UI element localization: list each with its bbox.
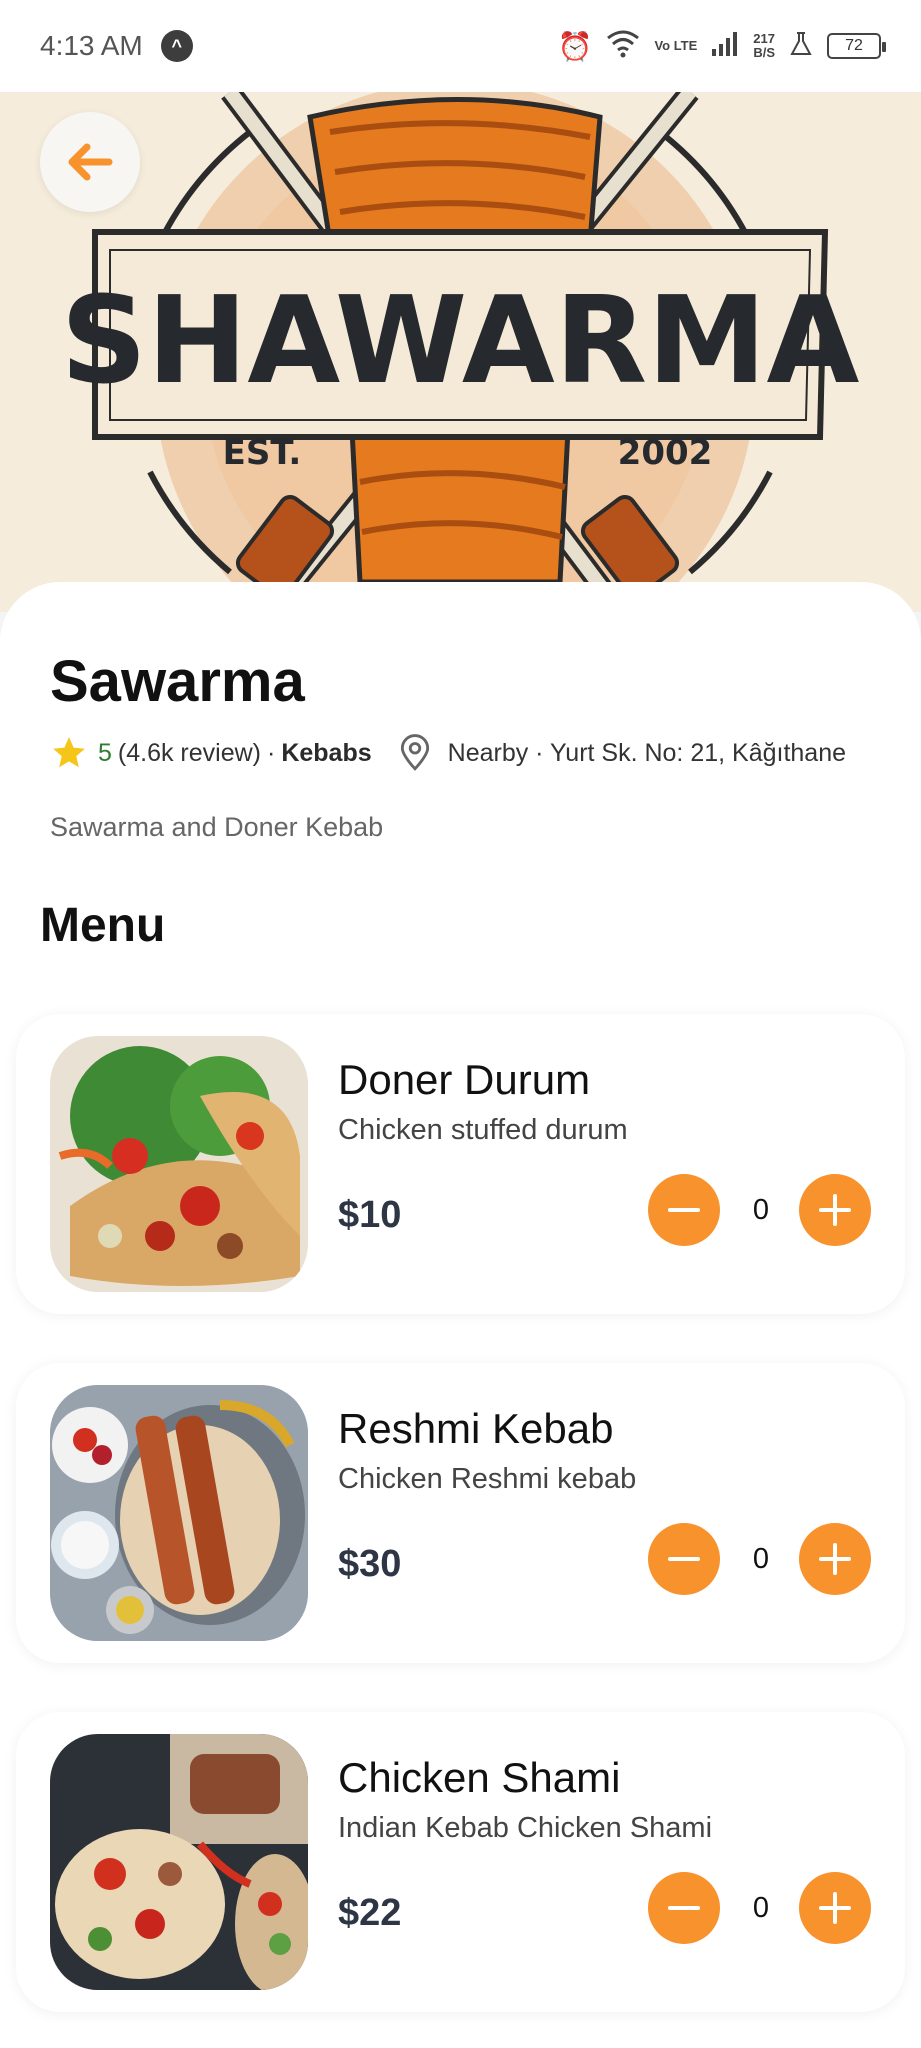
menu-item-description: Chicken Reshmi kebab bbox=[338, 1463, 637, 1495]
menu-item-name: Doner Durum bbox=[338, 1056, 591, 1103]
menu-item-price: $22 bbox=[338, 1892, 402, 1934]
quantity-value: 0 bbox=[752, 1194, 770, 1226]
logo-year-text: 2002 bbox=[618, 433, 713, 473]
network-speed: 217 B/S bbox=[753, 32, 775, 60]
battery-indicator: 72 bbox=[827, 33, 886, 59]
menu-item-card[interactable]: Chicken Shami Indian Kebab Chicken Shami… bbox=[16, 1712, 905, 2012]
menu-item-card[interactable]: Reshmi Kebab Chicken Reshmi kebab $30 0 bbox=[16, 1363, 905, 1663]
rating-value: 5 bbox=[98, 738, 112, 767]
volte-indicator: Vo LTE bbox=[654, 38, 698, 53]
network-speed-unit: B/S bbox=[753, 45, 775, 60]
status-icons: ⏰ Vo LTE 217 B/S 72 bbox=[557, 28, 886, 65]
plus-icon bbox=[819, 1892, 851, 1924]
network-speed-value: 217 bbox=[753, 31, 775, 46]
status-time: 4:13 AM bbox=[40, 30, 143, 61]
menu-item-price: $10 bbox=[338, 1194, 402, 1236]
plus-icon bbox=[819, 1543, 851, 1575]
alarm-icon: ⏰ bbox=[557, 30, 593, 62]
review-count: (4.6k review) bbox=[117, 738, 261, 767]
restaurant-description: Sawarma and Doner Kebab bbox=[50, 812, 384, 842]
restaurant-meta: 5 (4.6k review) · Kebabs Nearby · Yurt S… bbox=[50, 734, 846, 772]
menu-item-description: Chicken stuffed durum bbox=[338, 1114, 628, 1146]
menu-item-description: Indian Kebab Chicken Shami bbox=[338, 1812, 713, 1844]
minus-icon bbox=[668, 1906, 700, 1910]
map-pin-icon bbox=[400, 734, 429, 771]
menu-heading: Menu bbox=[40, 899, 166, 952]
arrow-left-icon bbox=[68, 143, 113, 181]
plus-icon bbox=[819, 1194, 851, 1226]
decrease-quantity-button[interactable] bbox=[648, 1174, 720, 1246]
menu-item-price: $30 bbox=[338, 1543, 402, 1585]
quantity-value: 0 bbox=[752, 1543, 770, 1575]
menu-item-card[interactable]: Doner Durum Chicken stuffed durum $10 0 bbox=[16, 1014, 905, 1314]
status-bar: 4:13 AM ^ ⏰ Vo LTE 217 B/S 72 bbox=[0, 0, 921, 92]
signal-icon bbox=[711, 31, 739, 62]
navigation-app-icon: ^ bbox=[160, 30, 193, 62]
doner-durum-photo bbox=[50, 1036, 308, 1292]
restaurant-name: Sawarma bbox=[50, 649, 305, 714]
increase-quantity-button[interactable] bbox=[799, 1872, 871, 1944]
increase-quantity-button[interactable] bbox=[799, 1174, 871, 1246]
minus-icon bbox=[668, 1208, 700, 1212]
star-icon bbox=[53, 737, 85, 768]
decrease-quantity-button[interactable] bbox=[648, 1523, 720, 1595]
reshmi-kebab-photo bbox=[50, 1385, 308, 1641]
lab-icon bbox=[789, 31, 813, 62]
restaurant-category[interactable]: Kebabs bbox=[281, 739, 371, 768]
decrease-quantity-button[interactable] bbox=[648, 1872, 720, 1944]
increase-quantity-button[interactable] bbox=[799, 1523, 871, 1595]
restaurant-location[interactable]: Nearby · Yurt Sk. No: 21, Kâğıthane bbox=[448, 739, 846, 768]
menu-item-name: Reshmi Kebab bbox=[338, 1405, 614, 1452]
meta-separator: · bbox=[267, 738, 276, 767]
menu-item-name: Chicken Shami bbox=[338, 1754, 621, 1801]
logo-est-text: EST. bbox=[223, 433, 302, 473]
minus-icon bbox=[668, 1557, 700, 1561]
quantity-value: 0 bbox=[752, 1892, 770, 1924]
wifi-icon bbox=[606, 28, 640, 65]
back-button[interactable] bbox=[40, 112, 140, 212]
logo-title-text: SHAWARMA bbox=[61, 272, 860, 411]
chicken-shami-photo bbox=[50, 1734, 308, 1990]
